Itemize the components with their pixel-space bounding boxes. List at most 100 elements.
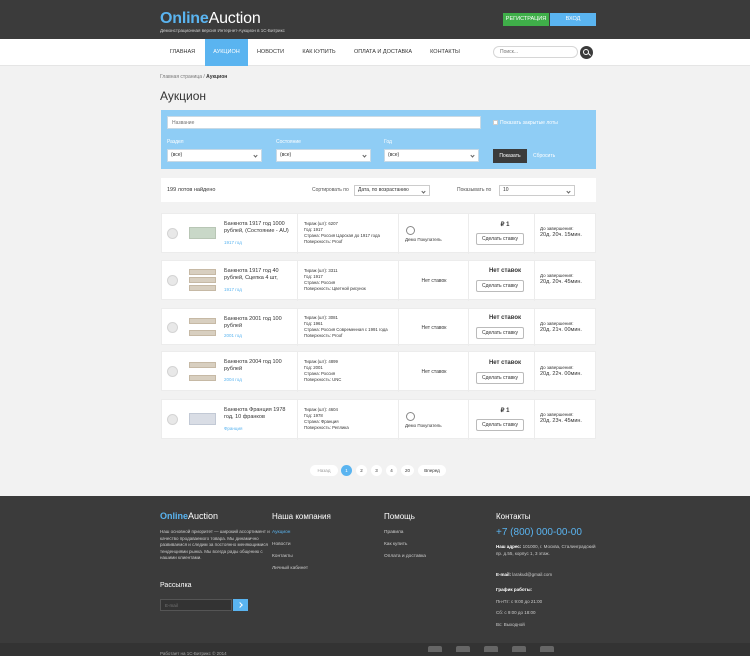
register-button[interactable]: РЕГИСТРАЦИЯ bbox=[503, 13, 549, 26]
place-bid-button[interactable]: Сделать ставку bbox=[476, 327, 524, 339]
lot-category[interactable]: 1917 год bbox=[224, 287, 242, 292]
lot-title[interactable]: Банкнота 1917 год 40 рублей, Сцепка 4 шт… bbox=[224, 268, 292, 282]
lot-title[interactable]: Банкнота 1917 год 1000 рублей, (Состояни… bbox=[224, 221, 292, 235]
show-closed-checkbox[interactable]: Показать закрытые лоты bbox=[493, 120, 558, 126]
sort-label: Сортировать по bbox=[312, 187, 349, 193]
nav-payment-delivery[interactable]: ОПЛАТА И ДОСТАВКА bbox=[345, 39, 421, 66]
state-label: Состояние bbox=[276, 139, 301, 145]
search-icon[interactable] bbox=[580, 46, 593, 59]
results-bar: 199 лотов найдено Сортировать по Дата, п… bbox=[161, 178, 596, 202]
page-4[interactable]: 4 bbox=[386, 465, 397, 476]
footer-link-news[interactable]: Новости bbox=[272, 542, 291, 547]
banknote-thumbnail[interactable] bbox=[189, 277, 216, 283]
lot-name-input[interactable] bbox=[167, 116, 481, 129]
chevron-down-icon bbox=[253, 153, 258, 158]
lot-title[interactable]: Банкнота Франция 1978 год, 10 франков bbox=[224, 407, 292, 421]
nav-home[interactable]: ГЛАВНАЯ bbox=[160, 39, 205, 66]
nav-how-to-buy[interactable]: КАК КУПИТЬ bbox=[293, 39, 345, 66]
footer-logo[interactable]: OnlineAuction bbox=[160, 511, 218, 521]
footer-link-contacts[interactable]: Контакты bbox=[272, 554, 293, 559]
banknote-thumbnail[interactable] bbox=[189, 285, 216, 291]
lot-category[interactable]: 1917 год bbox=[224, 240, 242, 245]
lot-price: Нет ставок bbox=[488, 268, 522, 274]
footer-link-rules[interactable]: Правила bbox=[384, 530, 403, 535]
login-button[interactable]: ВХОД bbox=[550, 13, 596, 26]
favorite-icon[interactable] bbox=[167, 275, 178, 286]
reset-link[interactable]: Сбросить bbox=[533, 153, 555, 159]
page-2[interactable]: 2 bbox=[356, 465, 367, 476]
footer-hours: График работы: Пн-Пт: с 9:00 до 21:00 Сб… bbox=[496, 587, 543, 627]
lot-price: Нет ставок bbox=[488, 315, 522, 321]
footer-link-cabinet[interactable]: Личный кабинет bbox=[272, 566, 308, 571]
lot-category[interactable]: 2004 год bbox=[224, 377, 242, 382]
place-bid-button[interactable]: Сделать ставку bbox=[476, 280, 524, 292]
banknote-thumbnail[interactable] bbox=[189, 413, 216, 425]
per-page-select[interactable]: 10 bbox=[499, 185, 575, 196]
pagination-prev[interactable]: Назад bbox=[310, 465, 338, 476]
powered-by[interactable]: Работает на 1С-Битрикс © 2014 bbox=[160, 651, 227, 656]
footer-link-payment[interactable]: Оплата и доставка bbox=[384, 554, 426, 559]
nav-news[interactable]: НОВОСТИ bbox=[248, 39, 293, 66]
instagram-icon[interactable] bbox=[540, 646, 554, 652]
arrow-right-icon[interactable] bbox=[233, 599, 248, 611]
banknote-thumbnail[interactable] bbox=[189, 362, 216, 368]
lot-title[interactable]: Банкнота 2004 год 100 рублей bbox=[224, 359, 292, 373]
place-bid-button[interactable]: Сделать ставку bbox=[476, 233, 524, 245]
banknote-thumbnail[interactable] bbox=[189, 330, 216, 336]
banknote-thumbnail[interactable] bbox=[189, 375, 216, 381]
state-select[interactable]: (все) bbox=[276, 149, 371, 162]
lot-specs: Тираж (шт): 3311 Год: 1917 Страна: Россия П… bbox=[304, 268, 366, 291]
favorite-icon[interactable] bbox=[167, 366, 178, 377]
site-logo[interactable]: OnlineAuction bbox=[160, 10, 261, 28]
footer-phone[interactable]: +7 (800) 000-00-00 bbox=[496, 527, 582, 538]
nav-auction[interactable]: АУКЦИОН bbox=[205, 39, 248, 66]
last-bidder: Демо Покупатель bbox=[405, 423, 442, 428]
place-bid-button[interactable]: Сделать ставку bbox=[476, 372, 524, 384]
show-button[interactable]: Показать bbox=[493, 149, 527, 163]
breadcrumb-sep: / bbox=[203, 74, 205, 80]
page-3[interactable]: 3 bbox=[371, 465, 382, 476]
breadcrumb-home[interactable]: Главная страница bbox=[160, 74, 202, 80]
lot-row: Банкнота 2004 год 100 рублей 2004 год Ти… bbox=[161, 351, 596, 392]
footer-link-how-to-buy[interactable]: Как купить bbox=[384, 542, 407, 547]
lot-row: Банкнота 1917 год 40 рублей, Сцепка 4 шт… bbox=[161, 260, 596, 301]
favorite-icon[interactable] bbox=[167, 228, 178, 239]
lot-specs: Тираж (шт): 4604 Год: 1978 Страна: Франция… bbox=[304, 407, 349, 430]
favorite-icon[interactable] bbox=[167, 322, 178, 333]
contacts-title: Контакты bbox=[496, 512, 531, 521]
nav-contacts[interactable]: КОНТАКТЫ bbox=[421, 39, 469, 66]
search-input[interactable] bbox=[493, 46, 578, 58]
banknote-thumbnail[interactable] bbox=[189, 318, 216, 324]
page-20[interactable]: 20 bbox=[401, 465, 414, 476]
chevron-down-icon bbox=[421, 189, 426, 194]
footer-link-auction[interactable]: Аукцион bbox=[272, 530, 290, 535]
place-bid-button[interactable]: Сделать ставку bbox=[476, 419, 524, 431]
twitter-icon[interactable] bbox=[512, 646, 526, 652]
banknote-thumbnail[interactable] bbox=[189, 269, 216, 275]
lot-category[interactable]: 2001 год bbox=[224, 333, 242, 338]
checkbox-icon[interactable] bbox=[493, 120, 498, 125]
facebook-icon[interactable] bbox=[484, 646, 498, 652]
newsletter-email-input[interactable] bbox=[160, 599, 232, 611]
bid-status: Нет ставок bbox=[421, 369, 447, 375]
section-label: Раздел bbox=[167, 139, 184, 145]
lot-specs: Тираж (шт): 3081 Год: 1961 Страна: Россия … bbox=[304, 315, 388, 338]
lot-price: Нет ставок bbox=[488, 360, 522, 366]
vk-icon[interactable] bbox=[428, 646, 442, 652]
banknote-thumbnail[interactable] bbox=[189, 227, 216, 239]
page-1[interactable]: 1 bbox=[341, 465, 352, 476]
pagination-next[interactable]: Вперед bbox=[418, 465, 446, 476]
sort-select[interactable]: Дата, по возрастанию bbox=[354, 185, 430, 196]
chevron-down-icon bbox=[566, 189, 571, 194]
chevron-down-icon bbox=[362, 153, 367, 158]
chevron-down-icon bbox=[470, 153, 475, 158]
time-left: До завершения: 20д. 22ч. 00мин. bbox=[540, 365, 582, 377]
favorite-icon[interactable] bbox=[167, 414, 178, 425]
lot-category[interactable]: Франция bbox=[224, 426, 242, 431]
footer-bottom-bar bbox=[0, 643, 750, 656]
year-select[interactable]: (все) bbox=[384, 149, 479, 162]
section-select[interactable]: (все) bbox=[167, 149, 262, 162]
company-title: Наша компания bbox=[272, 512, 331, 521]
lot-title[interactable]: Банкнота 2001 год 100 рублей bbox=[224, 316, 292, 330]
odnoklassniki-icon[interactable] bbox=[456, 646, 470, 652]
